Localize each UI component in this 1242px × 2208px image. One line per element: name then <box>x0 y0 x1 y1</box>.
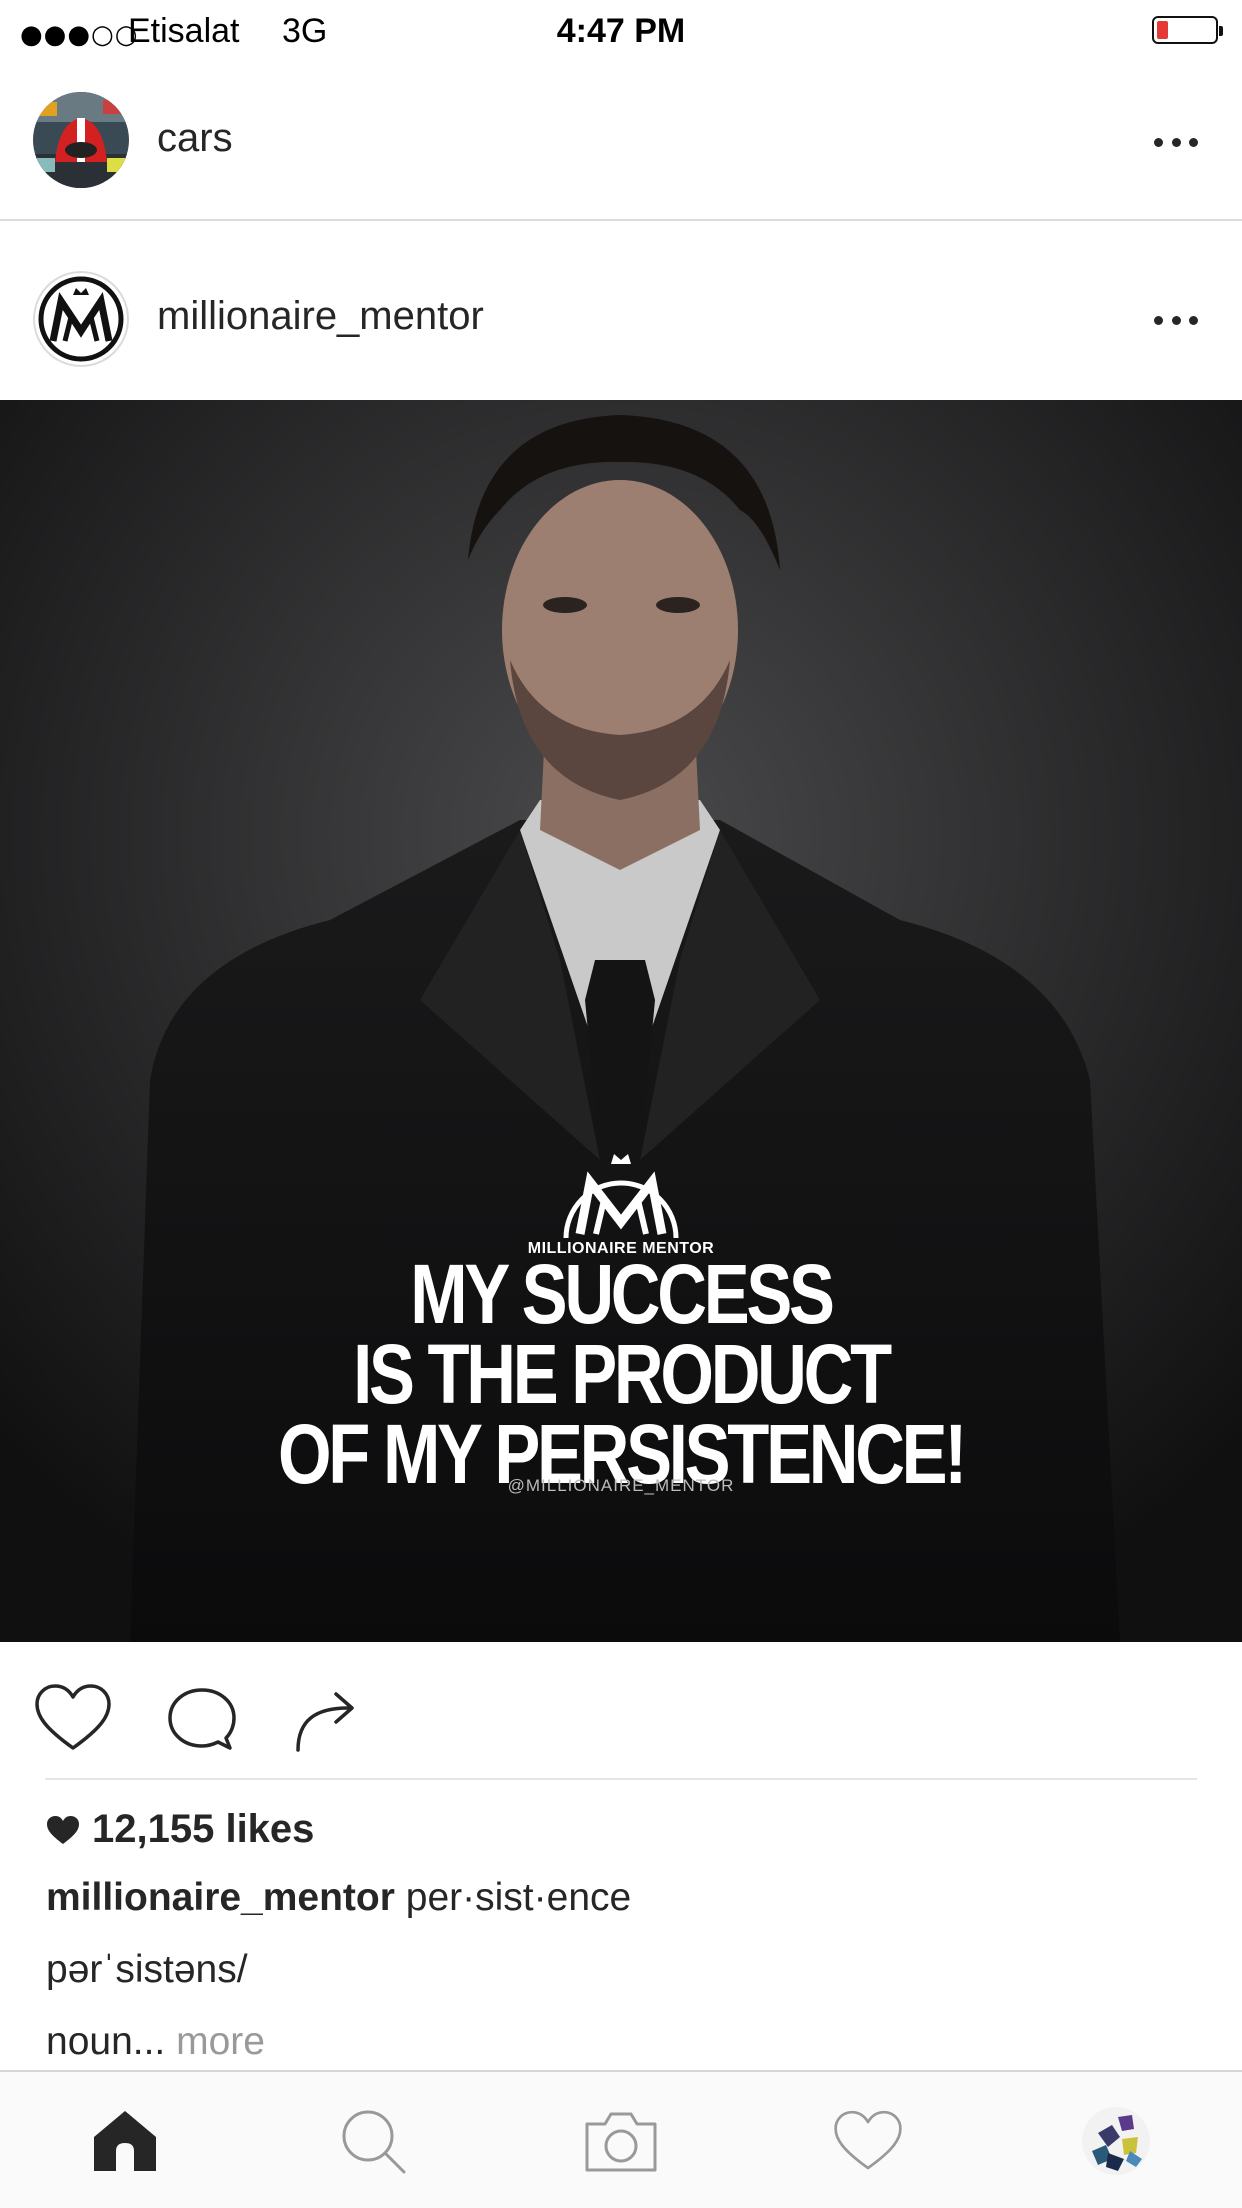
millionaire-mentor-avatar[interactable] <box>33 271 129 367</box>
filled-heart-icon <box>47 1815 79 1844</box>
story-header-cars: cars <box>0 52 1242 220</box>
quote-line-1: MY SUCCESS <box>410 1247 835 1341</box>
search-icon[interactable] <box>330 2098 416 2184</box>
caption-text-2: pərˈsistəns/ <box>46 1948 248 1991</box>
watermark-logo-icon <box>563 1154 679 1239</box>
divider <box>45 1778 1197 1780</box>
post-image[interactable]: MILLIONAIRE MENTOR MY SUCCESS IS THE PRO… <box>0 400 1242 1642</box>
post-username[interactable]: millionaire_mentor <box>157 294 484 339</box>
post-header: millionaire_mentor <box>0 222 1242 400</box>
activity-heart-icon[interactable] <box>825 2098 911 2184</box>
tab-bar <box>0 2070 1242 2208</box>
more-horizontal-icon[interactable] <box>1154 316 1198 328</box>
likes-label: 12,155 likes <box>92 1807 315 1851</box>
caption-more-link[interactable]: more <box>176 2020 265 2063</box>
caption-text-3: noun... <box>46 2020 166 2063</box>
caption-line-1: millionaire_mentor per·sist·ence <box>46 1876 631 1920</box>
camera-icon[interactable] <box>578 2098 664 2184</box>
share-icon[interactable] <box>288 1680 368 1760</box>
profile-avatar[interactable] <box>1073 2098 1159 2184</box>
comment-icon[interactable] <box>160 1680 240 1760</box>
post-actions <box>0 1642 1242 1772</box>
likes-count[interactable]: 12,155 likes <box>46 1807 314 1852</box>
heart-icon[interactable] <box>33 1680 113 1760</box>
watermark-text: @MILLIONAIRE_MENTOR <box>507 1476 735 1495</box>
battery-icon <box>1152 16 1223 44</box>
caption-line-3: noun... more <box>46 2020 265 2064</box>
home-icon[interactable] <box>82 2098 168 2184</box>
caption-text-1: per·sist·ence <box>405 1876 632 1919</box>
more-horizontal-icon[interactable] <box>1154 138 1198 150</box>
clock: 4:47 PM <box>556 12 686 50</box>
caption-author[interactable]: millionaire_mentor <box>46 1876 395 1919</box>
cars-username[interactable]: cars <box>157 116 233 161</box>
quote-line-2: IS THE PRODUCT <box>353 1327 892 1421</box>
cars-avatar[interactable] <box>33 92 129 188</box>
battery-level <box>1157 21 1168 39</box>
divider <box>0 219 1242 221</box>
